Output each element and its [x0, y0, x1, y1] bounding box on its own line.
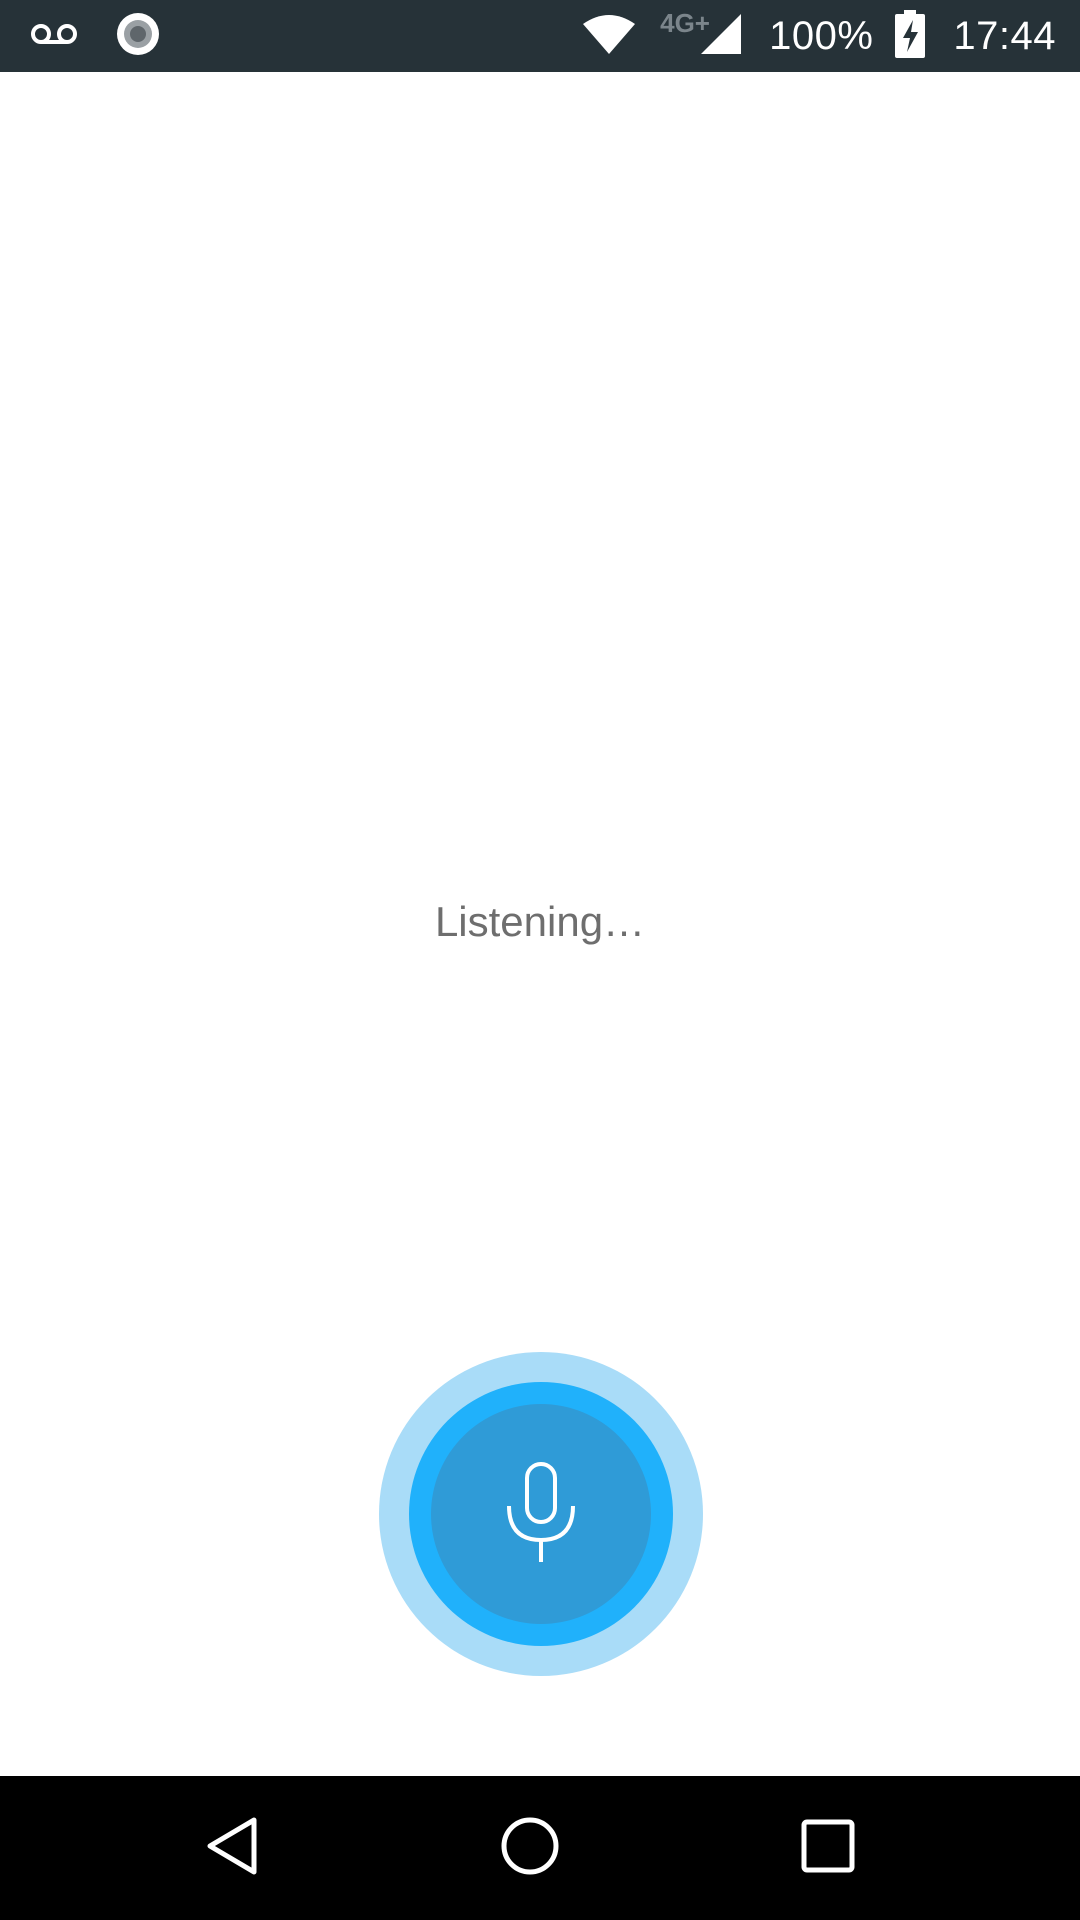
- recents-icon: [800, 1818, 856, 1879]
- listening-status-text: Listening…: [434, 898, 646, 945]
- microphone-button-core: [431, 1404, 651, 1624]
- status-bar-left: [30, 12, 160, 61]
- back-icon: [202, 1814, 262, 1883]
- home-button[interactable]: [480, 1798, 580, 1898]
- record-icon: [116, 12, 160, 61]
- microphone-icon: [501, 1460, 581, 1569]
- home-icon: [500, 1816, 560, 1881]
- recents-button[interactable]: [778, 1798, 878, 1898]
- back-button[interactable]: [182, 1798, 282, 1898]
- screen: 4G+ 100% 17:44 Listening…: [0, 0, 1080, 1920]
- voice-search-panel: Listening…: [0, 72, 1080, 1776]
- voicemail-icon: [30, 21, 78, 52]
- clock: 17:44: [953, 13, 1056, 58]
- microphone-button-ring: [409, 1382, 673, 1646]
- navigation-bar: [0, 1776, 1080, 1920]
- cell-signal-icon: [699, 12, 743, 61]
- status-bar: 4G+ 100% 17:44: [0, 0, 1080, 72]
- battery-charging-icon: [895, 9, 926, 63]
- wifi-icon: [581, 12, 637, 61]
- battery-percent: 100%: [769, 13, 874, 58]
- status-bar-right: 100% 17:44: [581, 0, 1056, 72]
- microphone-button[interactable]: [379, 1352, 703, 1676]
